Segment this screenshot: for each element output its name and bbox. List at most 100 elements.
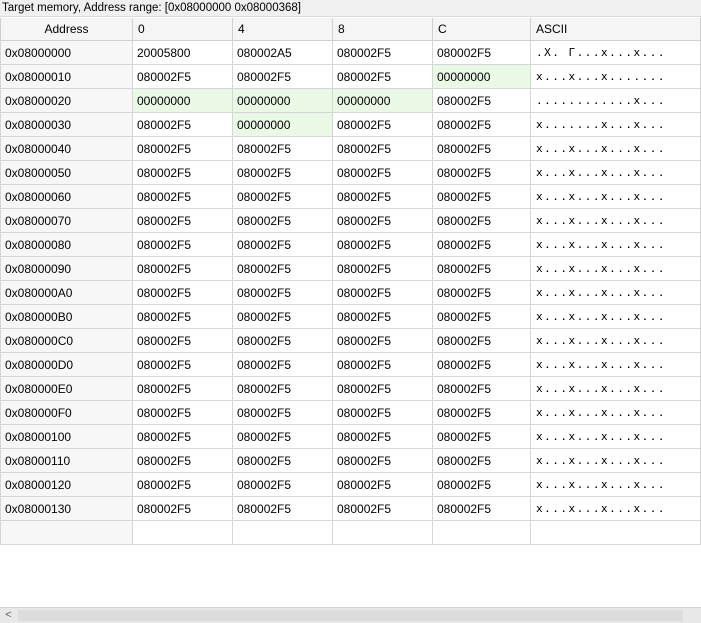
value-cell-offset-c[interactable]: 080002F5 — [432, 280, 531, 305]
value-cell-offset-0[interactable]: 080002F5 — [132, 136, 233, 161]
address-cell[interactable]: 0x08000080 — [0, 232, 133, 257]
value-cell-offset-0[interactable]: 080002F5 — [132, 400, 233, 425]
value-cell-offset-8[interactable]: 080002F5 — [332, 304, 433, 329]
value-cell-offset-c[interactable]: 080002F5 — [432, 496, 531, 521]
ascii-cell[interactable]: х...х...х...х... — [530, 280, 701, 305]
table-row[interactable]: 0x08000080 080002F5 080002F5 080002F5 080002… — [0, 232, 701, 257]
empty-cell[interactable] — [332, 520, 433, 545]
empty-cell[interactable] — [530, 520, 701, 545]
value-cell-offset-4[interactable]: 080002F5 — [232, 496, 333, 521]
value-cell-offset-0[interactable]: 20005800 — [132, 40, 233, 65]
value-cell-offset-4[interactable]: 080002F5 — [232, 328, 333, 353]
empty-cell[interactable] — [0, 520, 133, 545]
ascii-cell[interactable]: х...х...х...х... — [530, 400, 701, 425]
value-cell-offset-8[interactable]: 080002F5 — [332, 472, 433, 497]
value-cell-offset-4[interactable]: 00000000 — [232, 112, 333, 137]
ascii-cell[interactable]: х...х...х...х... — [530, 184, 701, 209]
address-cell[interactable]: 0x08000040 — [0, 136, 133, 161]
value-cell-offset-c[interactable]: 080002F5 — [432, 208, 531, 233]
empty-cell[interactable] — [232, 520, 333, 545]
value-cell-offset-0[interactable]: 080002F5 — [132, 160, 233, 185]
ascii-cell[interactable]: х...х...х...х... — [530, 160, 701, 185]
ascii-cell[interactable]: х...х...х....... — [530, 64, 701, 89]
column-header-offset-0[interactable]: 0 — [132, 18, 233, 41]
empty-cell[interactable] — [432, 520, 531, 545]
scroll-track[interactable] — [18, 610, 683, 621]
value-cell-offset-4[interactable]: 080002A5 — [232, 40, 333, 65]
value-cell-offset-0[interactable]: 080002F5 — [132, 64, 233, 89]
value-cell-offset-8[interactable]: 080002F5 — [332, 256, 433, 281]
value-cell-offset-0[interactable]: 080002F5 — [132, 376, 233, 401]
value-cell-offset-c[interactable]: 080002F5 — [432, 112, 531, 137]
value-cell-offset-0[interactable]: 080002F5 — [132, 304, 233, 329]
value-cell-offset-4[interactable]: 080002F5 — [232, 304, 333, 329]
value-cell-offset-0[interactable]: 080002F5 — [132, 256, 233, 281]
value-cell-offset-8[interactable]: 080002F5 — [332, 64, 433, 89]
ascii-cell[interactable]: х...х...х...х... — [530, 376, 701, 401]
value-cell-offset-c[interactable]: 080002F5 — [432, 424, 531, 449]
table-row[interactable]: 0x080000E0 080002F5 080002F5 080002F5 080002… — [0, 376, 701, 401]
value-cell-offset-0[interactable]: 080002F5 — [132, 472, 233, 497]
scroll-left-arrow-icon[interactable]: < — [0, 608, 17, 623]
value-cell-offset-c[interactable]: 080002F5 — [432, 472, 531, 497]
table-row[interactable]: 0x08000030 080002F5 00000000 080002F5 080002… — [0, 112, 701, 137]
value-cell-offset-8[interactable]: 080002F5 — [332, 40, 433, 65]
table-row[interactable]: 0x08000020 00000000 00000000 00000000 080002… — [0, 88, 701, 113]
value-cell-offset-4[interactable]: 00000000 — [232, 88, 333, 113]
value-cell-offset-8[interactable]: 080002F5 — [332, 208, 433, 233]
value-cell-offset-c[interactable]: 080002F5 — [432, 232, 531, 257]
address-cell[interactable]: 0x08000120 — [0, 472, 133, 497]
value-cell-offset-c[interactable]: 080002F5 — [432, 376, 531, 401]
ascii-cell[interactable]: .X. Г...х...х... — [530, 40, 701, 65]
value-cell-offset-8[interactable]: 080002F5 — [332, 280, 433, 305]
table-row[interactable]: 0x08000120 080002F5 080002F5 080002F5 080002… — [0, 472, 701, 497]
value-cell-offset-c[interactable]: 080002F5 — [432, 160, 531, 185]
value-cell-offset-4[interactable]: 080002F5 — [232, 472, 333, 497]
value-cell-offset-8[interactable]: 080002F5 — [332, 376, 433, 401]
table-row[interactable]: 0x08000060 080002F5 080002F5 080002F5 080002… — [0, 184, 701, 209]
table-row[interactable]: 0x08000110 080002F5 080002F5 080002F5 080002… — [0, 448, 701, 473]
value-cell-offset-4[interactable]: 080002F5 — [232, 208, 333, 233]
value-cell-offset-4[interactable]: 080002F5 — [232, 184, 333, 209]
value-cell-offset-0[interactable]: 080002F5 — [132, 352, 233, 377]
address-cell[interactable]: 0x08000030 — [0, 112, 133, 137]
ascii-cell[interactable]: х...х...х...х... — [530, 352, 701, 377]
value-cell-offset-c[interactable]: 080002F5 — [432, 400, 531, 425]
address-cell[interactable]: 0x080000A0 — [0, 280, 133, 305]
table-row[interactable]: 0x08000100 080002F5 080002F5 080002F5 080002… — [0, 424, 701, 449]
value-cell-offset-4[interactable]: 080002F5 — [232, 232, 333, 257]
value-cell-offset-4[interactable]: 080002F5 — [232, 64, 333, 89]
value-cell-offset-4[interactable]: 080002F5 — [232, 280, 333, 305]
address-cell[interactable]: 0x08000100 — [0, 424, 133, 449]
address-cell[interactable]: 0x08000020 — [0, 88, 133, 113]
value-cell-offset-c[interactable]: 080002F5 — [432, 304, 531, 329]
value-cell-offset-8[interactable]: 080002F5 — [332, 328, 433, 353]
value-cell-offset-8[interactable]: 080002F5 — [332, 496, 433, 521]
value-cell-offset-0[interactable]: 080002F5 — [132, 184, 233, 209]
empty-cell[interactable] — [132, 520, 233, 545]
column-header-offset-8[interactable]: 8 — [332, 18, 433, 41]
ascii-cell[interactable]: х...х...х...х... — [530, 472, 701, 497]
value-cell-offset-8[interactable]: 080002F5 — [332, 136, 433, 161]
table-row[interactable]: 0x08000040 080002F5 080002F5 080002F5 080002… — [0, 136, 701, 161]
value-cell-offset-0[interactable]: 00000000 — [132, 88, 233, 113]
value-cell-offset-0[interactable]: 080002F5 — [132, 208, 233, 233]
address-cell[interactable]: 0x08000130 — [0, 496, 133, 521]
value-cell-offset-c[interactable]: 080002F5 — [432, 40, 531, 65]
ascii-cell[interactable]: х...х...х...х... — [530, 496, 701, 521]
table-row[interactable]: 0x080000A0 080002F5 080002F5 080002F5 080002… — [0, 280, 701, 305]
ascii-cell[interactable]: х...х...х...х... — [530, 304, 701, 329]
address-cell[interactable]: 0x08000090 — [0, 256, 133, 281]
value-cell-offset-0[interactable]: 080002F5 — [132, 496, 233, 521]
ascii-cell[interactable]: х...х...х...х... — [530, 232, 701, 257]
value-cell-offset-0[interactable]: 080002F5 — [132, 424, 233, 449]
value-cell-offset-8[interactable]: 080002F5 — [332, 448, 433, 473]
value-cell-offset-0[interactable]: 080002F5 — [132, 280, 233, 305]
value-cell-offset-c[interactable]: 080002F5 — [432, 448, 531, 473]
table-row[interactable]: 0x080000B0 080002F5 080002F5 080002F5 080002… — [0, 304, 701, 329]
value-cell-offset-8[interactable]: 00000000 — [332, 88, 433, 113]
address-cell[interactable]: 0x080000D0 — [0, 352, 133, 377]
address-cell[interactable]: 0x080000E0 — [0, 376, 133, 401]
value-cell-offset-0[interactable]: 080002F5 — [132, 448, 233, 473]
address-cell[interactable]: 0x080000C0 — [0, 328, 133, 353]
